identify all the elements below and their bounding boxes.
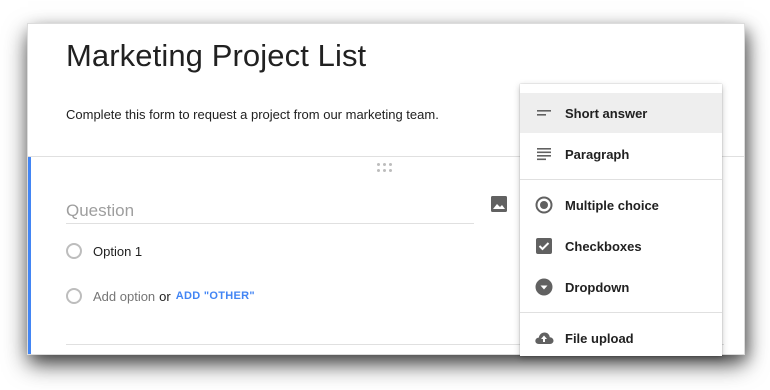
short-answer-icon (534, 103, 554, 123)
active-accent-bar (28, 157, 31, 354)
paragraph-icon (534, 144, 554, 164)
menu-item-label: Dropdown (565, 279, 630, 295)
add-option-button[interactable]: Add option (93, 289, 155, 304)
question-input[interactable] (66, 199, 474, 224)
option-row[interactable]: Option 1 (66, 243, 142, 259)
menu-divider (520, 312, 722, 313)
menu-item-paragraph[interactable]: Paragraph (520, 134, 722, 174)
menu-item-label: Multiple choice (565, 197, 659, 213)
question-type-menu[interactable]: Short answer Paragraph Multiple choice C… (520, 84, 722, 356)
checkbox-icon (534, 236, 554, 256)
add-other-link[interactable]: ADD "OTHER" (176, 290, 255, 302)
form-title[interactable]: Marketing Project List (66, 38, 366, 74)
menu-item-label: File upload (565, 330, 634, 346)
add-option-row: Add option or ADD "OTHER" (66, 288, 255, 304)
menu-item-short-answer[interactable]: Short answer (520, 93, 722, 133)
radio-icon (534, 195, 554, 215)
menu-item-label: Checkboxes (565, 238, 642, 254)
menu-item-multiple-choice[interactable]: Multiple choice (520, 185, 722, 225)
add-option-radio-icon (66, 288, 82, 304)
option-label[interactable]: Option 1 (93, 244, 142, 259)
cloud-upload-icon (534, 328, 554, 348)
add-image-icon[interactable] (490, 195, 508, 213)
menu-item-checkboxes[interactable]: Checkboxes (520, 226, 722, 266)
menu-item-file-upload[interactable]: File upload (520, 318, 722, 356)
dropdown-icon (534, 277, 554, 297)
drag-handle-icon[interactable] (377, 163, 393, 173)
menu-item-label: Short answer (565, 105, 648, 121)
or-label: or (159, 288, 171, 304)
form-description[interactable]: Complete this form to request a project … (66, 107, 439, 122)
menu-item-dropdown[interactable]: Dropdown (520, 267, 722, 307)
menu-divider (520, 179, 722, 180)
menu-item-label: Paragraph (565, 146, 630, 162)
option-radio-icon (66, 243, 82, 259)
